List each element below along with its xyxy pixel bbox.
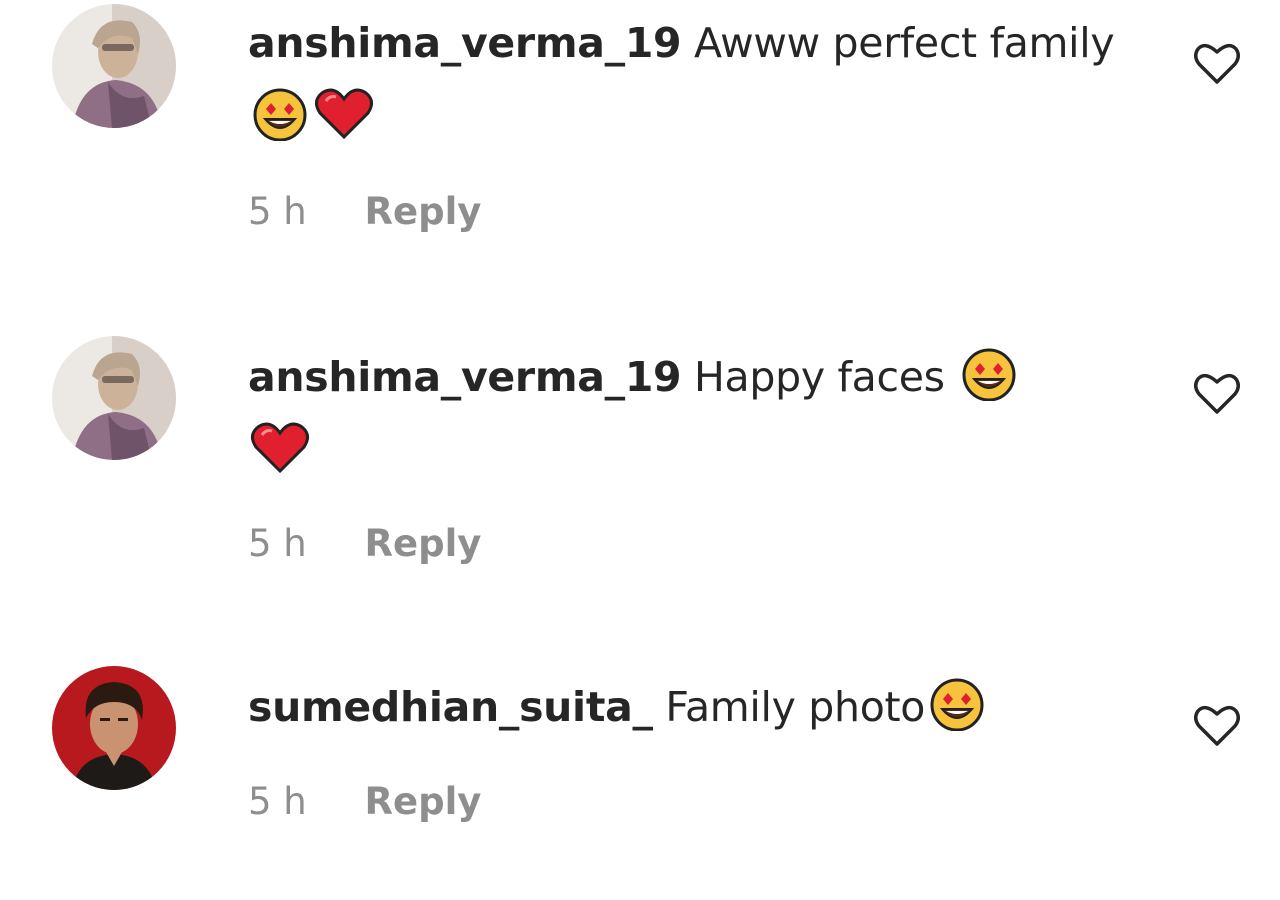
reply-button[interactable]: Reply xyxy=(365,522,482,566)
username[interactable]: anshima_verma_19 xyxy=(248,353,682,401)
comment-text: anshima_verma_19 Awww perfect family xyxy=(248,6,1128,154)
username[interactable]: anshima_verma_19 xyxy=(248,19,682,67)
comment-meta: 5 h Reply xyxy=(248,522,481,566)
avatar[interactable] xyxy=(52,336,176,460)
timestamp: 5 h xyxy=(248,190,307,233)
red-heart-emoji xyxy=(248,421,312,475)
comment-meta: 5 h Reply xyxy=(248,190,481,234)
comment-body: Happy faces xyxy=(694,353,945,401)
comment-item: anshima_verma_19 Happy faces 5 h Reply xyxy=(0,330,1280,600)
red-heart-emoji xyxy=(312,87,376,141)
comment-item: anshima_verma_19 Awww perfect family 5 h… xyxy=(0,0,1280,290)
heart-outline-icon[interactable] xyxy=(1192,40,1242,86)
comment-body: Family photo xyxy=(665,683,926,731)
comment-text: anshima_verma_19 Happy faces xyxy=(248,340,1128,488)
avatar[interactable] xyxy=(52,666,176,790)
comment-meta: 5 h Reply xyxy=(248,780,481,824)
reply-button[interactable]: Reply xyxy=(365,780,482,824)
heart-eyes-emoji xyxy=(925,677,989,731)
heart-outline-icon[interactable] xyxy=(1192,370,1242,416)
comment-text: sumedhian_suita_ Family photo xyxy=(248,670,1128,744)
comment-item: sumedhian_suita_ Family photo 5 h Reply xyxy=(0,660,1280,880)
avatar[interactable] xyxy=(52,4,176,128)
username[interactable]: sumedhian_suita_ xyxy=(248,683,653,731)
timestamp: 5 h xyxy=(248,522,307,565)
timestamp: 5 h xyxy=(248,780,307,823)
reply-button[interactable]: Reply xyxy=(365,190,482,234)
heart-eyes-emoji xyxy=(248,87,312,141)
heart-eyes-emoji xyxy=(957,347,1021,401)
comment-body: Awww perfect family xyxy=(694,19,1115,67)
heart-outline-icon[interactable] xyxy=(1192,702,1242,748)
